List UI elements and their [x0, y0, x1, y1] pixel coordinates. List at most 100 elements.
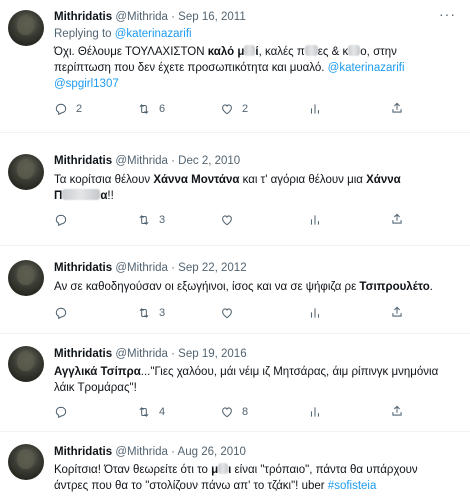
- retweet-button[interactable]: 4: [137, 404, 165, 420]
- tweet[interactable]: Mithridatis @Mithrida · Sep 19, 2016 Αγγ…: [0, 340, 470, 432]
- tweet[interactable]: Mithridatis @Mithrida · Aug 26, 2010 Κορ…: [0, 438, 470, 503]
- separator: ·: [171, 348, 175, 360]
- retweet-count: 4: [159, 406, 166, 418]
- replying-to-link[interactable]: @katerinazarifi: [115, 28, 192, 40]
- reply-button[interactable]: [54, 305, 76, 321]
- views-button[interactable]: [308, 212, 330, 228]
- reply-icon: [54, 213, 68, 227]
- bold-segment: Χάννα: [366, 174, 401, 186]
- share-button[interactable]: [390, 212, 404, 231]
- tweet-actions: 3: [54, 305, 434, 321]
- tweet-header: Mithridatis @Mithrida · Dec 2, 2010: [54, 155, 240, 167]
- tweet-actions: 3: [54, 212, 434, 228]
- hashtag-link[interactable]: #sofisteia: [328, 480, 377, 492]
- tweet-header: Mithridatis @Mithrida · Aug 26, 2010: [54, 446, 246, 458]
- tweet-date[interactable]: Sep 16, 2011: [178, 11, 246, 23]
- avatar[interactable]: [8, 444, 44, 480]
- like-button[interactable]: 2: [220, 101, 248, 117]
- tweet[interactable]: Mithridatis @Mithrida · Sep 16, 2011 ···…: [0, 0, 470, 133]
- bold-segment: Τσιπρουλέτο: [359, 281, 430, 293]
- censored-blur: [348, 45, 361, 56]
- retweet-button[interactable]: 6: [137, 101, 165, 117]
- retweet-icon: [137, 306, 151, 320]
- separator: ·: [171, 155, 175, 167]
- author-handle[interactable]: @Mithrida: [115, 262, 168, 274]
- text-segment: , καλές π: [258, 46, 305, 58]
- retweet-icon: [137, 213, 151, 227]
- tweet-text: Αγγλικά Τσίπρα..."Γιες χαλόου, μάι νέιμ …: [54, 364, 448, 396]
- share-button[interactable]: [390, 404, 404, 423]
- bold-segment: Π: [54, 190, 63, 202]
- views-icon: [308, 306, 322, 320]
- author-handle[interactable]: @Mithrida: [115, 155, 168, 167]
- reply-button[interactable]: 2: [54, 101, 82, 117]
- retweet-button[interactable]: 3: [137, 305, 165, 321]
- author-name[interactable]: Mithridatis: [54, 11, 112, 23]
- views-button[interactable]: [308, 404, 330, 420]
- bold-segment: Αγγλικά Τσίπρα: [54, 366, 141, 378]
- reply-icon: [54, 405, 68, 419]
- like-count: 2: [242, 103, 249, 115]
- share-icon: [390, 101, 404, 115]
- reply-button[interactable]: [54, 404, 76, 420]
- author-name[interactable]: Mithridatis: [54, 348, 112, 360]
- text-segment: Τα κορίτσια θέλουν: [54, 174, 154, 186]
- mention-link[interactable]: @spgirl1307: [54, 78, 119, 90]
- tweet-date[interactable]: Aug 26, 2010: [178, 446, 246, 458]
- tweet-date[interactable]: Sep 19, 2016: [178, 348, 246, 360]
- reply-icon: [54, 102, 68, 116]
- views-icon: [308, 405, 322, 419]
- retweet-icon: [137, 405, 151, 419]
- censored-blur: [62, 189, 101, 200]
- tweet-text: Τα κορίτσια θέλουν Χάννα Μοντάνα και τ' …: [54, 172, 448, 204]
- tweet-date[interactable]: Sep 22, 2012: [178, 262, 246, 274]
- avatar[interactable]: [8, 260, 44, 296]
- author-name[interactable]: Mithridatis: [54, 262, 112, 274]
- tweet[interactable]: Mithridatis @Mithrida · Sep 22, 2012 Αν …: [0, 254, 470, 334]
- more-horizontal-icon[interactable]: ···: [439, 6, 456, 22]
- censored-blur: [304, 45, 318, 56]
- censored-blur: [218, 463, 229, 474]
- tweet-date[interactable]: Dec 2, 2010: [178, 155, 240, 167]
- censored-blur: [244, 45, 256, 56]
- tweet-actions: 4 8: [54, 404, 434, 420]
- separator: ·: [171, 446, 175, 458]
- text-segment: .: [429, 281, 433, 293]
- share-button[interactable]: [390, 305, 404, 324]
- views-button[interactable]: [308, 101, 330, 117]
- avatar[interactable]: [8, 10, 44, 46]
- retweet-count: 3: [159, 214, 166, 226]
- reply-count: 2: [76, 103, 83, 115]
- heart-icon: [220, 102, 234, 116]
- author-name[interactable]: Mithridatis: [54, 446, 112, 458]
- share-button[interactable]: [390, 101, 404, 120]
- retweet-count: 3: [159, 307, 166, 319]
- author-name[interactable]: Mithridatis: [54, 155, 112, 167]
- author-handle[interactable]: @Mithrida: [115, 348, 168, 360]
- avatar[interactable]: [8, 346, 44, 382]
- avatar[interactable]: [8, 154, 44, 190]
- mention-link[interactable]: @katerinazarifi: [328, 62, 405, 74]
- tweet-text: Αν σε καθοδηγούσαν οι εξωγήινοι, ίσος κα…: [54, 279, 448, 295]
- tweet-header: Mithridatis @Mithrida · Sep 22, 2012: [54, 262, 247, 274]
- text-segment: και τ' αγόρια θέλουν μια: [239, 174, 367, 186]
- author-handle[interactable]: @Mithrida: [115, 11, 168, 23]
- tweet[interactable]: Mithridatis @Mithrida · Dec 2, 2010 Τα κ…: [0, 143, 470, 246]
- views-icon: [308, 213, 322, 227]
- author-handle[interactable]: @Mithrida: [115, 446, 168, 458]
- like-button[interactable]: [220, 305, 242, 321]
- views-button[interactable]: [308, 305, 330, 321]
- reply-button[interactable]: [54, 212, 76, 228]
- retweet-button[interactable]: 3: [137, 212, 165, 228]
- like-button[interactable]: [220, 212, 242, 228]
- separator: ·: [171, 262, 175, 274]
- text-segment: ες & κ: [317, 46, 349, 58]
- bold-segment: μ: [211, 464, 219, 476]
- retweet-count: 6: [159, 103, 166, 115]
- separator: ·: [171, 11, 175, 23]
- text-segment: !!: [107, 190, 114, 202]
- like-button[interactable]: 8: [220, 404, 248, 420]
- bold-segment: καλό μ: [207, 46, 245, 58]
- tweet-header: Mithridatis @Mithrida · Sep 16, 2011: [54, 11, 246, 23]
- heart-icon: [220, 306, 234, 320]
